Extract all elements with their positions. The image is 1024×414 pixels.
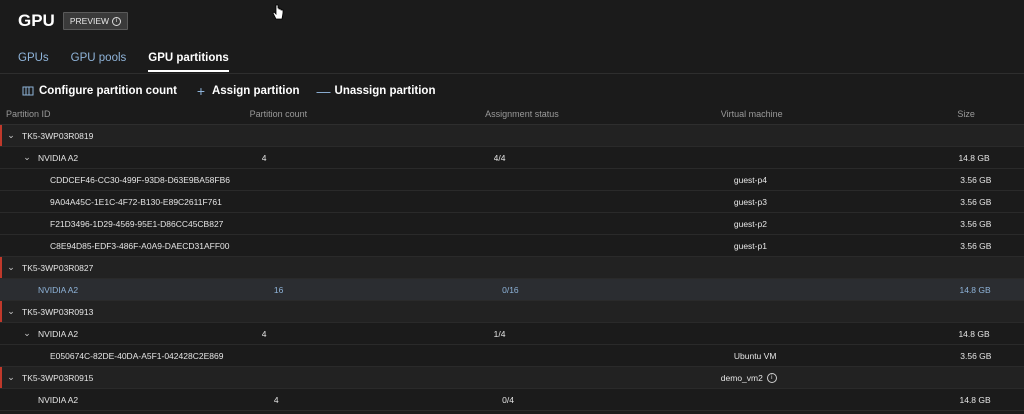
virtual-machine: guest-p4: [734, 175, 960, 185]
size: 3.56 GB: [960, 196, 992, 207]
table-row-gpu-selected[interactable]: NVIDIA A2 16 0/16 14.8 GB: [0, 279, 1024, 301]
size: 14.8 GB: [958, 152, 990, 163]
size: 3.56 GB: [960, 174, 992, 185]
table-row-gpu[interactable]: ⌄ NVIDIA A2 4 1/4 14.8 GB: [0, 323, 1024, 345]
tabs-divider: [0, 73, 1024, 74]
host-name: TK5-3WP03R0913: [22, 306, 94, 317]
gpu-name: NVIDIA A2: [38, 328, 79, 339]
preview-badge[interactable]: PREVIEW i: [62, 12, 129, 30]
tab-gpu-pools[interactable]: GPU pools: [71, 52, 127, 72]
gpu-name: NVIDIA A2: [38, 152, 79, 163]
tab-bar: GPUs GPU pools GPU partitions: [18, 52, 229, 72]
page-header: GPU PREVIEW i: [18, 8, 129, 34]
column-assignment-status[interactable]: Assignment status: [485, 109, 721, 119]
partition-id: C8E94D85-EDF3-486F-A0A9-DAECD31AFF00: [50, 240, 230, 251]
table-row-gpu[interactable]: ⌄ NVIDIA A2 4 4/4 14.8 GB: [0, 147, 1024, 169]
assignment-status: 0/4: [502, 394, 514, 405]
column-partition-id[interactable]: Partition ID: [0, 109, 250, 119]
table-row-host[interactable]: ⌄ TK5-3WP03R0913: [0, 301, 1024, 323]
table-row-gpu[interactable]: NVIDIA A2 4 0/4 14.8 GB: [0, 389, 1024, 411]
chevron-down-icon[interactable]: ⌄: [22, 328, 32, 339]
virtual-machine: guest-p2: [734, 219, 960, 229]
info-icon: i: [112, 16, 122, 26]
table-row-partition[interactable]: 9A04A45C-1E1C-4F72-B130-E89C2611F761 gue…: [0, 191, 1024, 213]
gpu-name: NVIDIA A2: [38, 394, 79, 405]
hand-cursor-icon: [272, 4, 284, 20]
tab-gpus[interactable]: GPUs: [18, 52, 49, 72]
table-row-partition[interactable]: F21D3496-1D29-4569-95E1-D86CC45CB827 gue…: [0, 213, 1024, 235]
page-title: GPU: [18, 11, 55, 30]
table-row-partition[interactable]: CDDCEF46-CC30-499F-93D8-D63E9BA58FB6 gue…: [0, 169, 1024, 191]
gpu-name: NVIDIA A2: [38, 284, 79, 295]
partition-count: 16: [273, 284, 284, 295]
size: 14.8 GB: [958, 328, 990, 339]
table-header: Partition ID Partition count Assignment …: [0, 104, 1024, 125]
preview-badge-label: PREVIEW: [69, 16, 110, 26]
chevron-down-icon[interactable]: ⌄: [22, 152, 32, 163]
plus-icon: +: [196, 83, 206, 99]
info-icon[interactable]: i: [766, 372, 777, 383]
virtual-machine: Ubuntu VM: [734, 351, 960, 361]
minus-icon: —: [316, 83, 331, 99]
host-name: TK5-3WP03R0827: [22, 262, 94, 273]
assignment-status: 4/4: [493, 152, 506, 163]
assignment-status: 0/16: [502, 284, 519, 295]
configure-label: Configure partition count: [39, 85, 177, 97]
unassign-label: Unassign partition: [334, 85, 436, 97]
host-name: TK5-3WP03R0915: [22, 372, 94, 383]
partitions-table: Partition ID Partition count Assignment …: [0, 104, 1024, 411]
table-row-host[interactable]: ⌄ TK5-3WP03R0827: [0, 257, 1024, 279]
vm-name: guest-p4: [733, 174, 767, 185]
chevron-down-icon[interactable]: ⌄: [6, 306, 16, 317]
partition-id: CDDCEF46-CC30-499F-93D8-D63E9BA58FB6: [50, 174, 230, 185]
host-name: TK5-3WP03R0819: [22, 130, 94, 141]
table-row-host[interactable]: ⌄ TK5-3WP03R0915 demo_vm2 i: [0, 367, 1024, 389]
unassign-partition-button[interactable]: — Unassign partition: [316, 83, 436, 99]
partition-id: F21D3496-1D29-4569-95E1-D86CC45CB827: [50, 218, 224, 229]
size: 14.8 GB: [959, 284, 991, 295]
tab-gpu-partitions[interactable]: GPU partitions: [148, 52, 229, 72]
size: 3.56 GB: [960, 350, 992, 361]
size: 14.8 GB: [959, 394, 991, 405]
virtual-machine: guest-p1: [734, 241, 960, 251]
column-partition-count[interactable]: Partition count: [250, 109, 486, 119]
virtual-machine: guest-p3: [734, 197, 960, 207]
chevron-down-icon[interactable]: ⌄: [6, 372, 16, 383]
column-size[interactable]: Size: [957, 109, 1024, 119]
size: 3.56 GB: [960, 240, 992, 251]
vm-name: guest-p3: [733, 196, 767, 207]
virtual-machine: demo_vm2 i: [720, 372, 958, 383]
vm-name: guest-p1: [733, 240, 767, 251]
chevron-down-icon[interactable]: ⌄: [6, 130, 16, 141]
table-row-partition[interactable]: C8E94D85-EDF3-486F-A0A9-DAECD31AFF00 gue…: [0, 235, 1024, 257]
toolbar: Configure partition count + Assign parti…: [22, 82, 435, 100]
column-virtual-machine[interactable]: Virtual machine: [721, 109, 958, 119]
configure-partition-count-button[interactable]: Configure partition count: [22, 85, 177, 97]
vm-name: Ubuntu VM: [733, 350, 777, 361]
configure-icon: [22, 85, 34, 97]
assign-partition-button[interactable]: + Assign partition: [195, 83, 300, 99]
vm-name: guest-p2: [733, 218, 767, 229]
vm-name: demo_vm2: [720, 372, 763, 383]
partition-id: E050674C-82DE-40DA-A5F1-042428C2E869: [50, 350, 224, 361]
partition-count: 4: [261, 328, 267, 339]
assignment-status: 1/4: [493, 328, 506, 339]
partition-count: 4: [273, 394, 279, 405]
table-row-host[interactable]: ⌄ TK5-3WP03R0819: [0, 125, 1024, 147]
size: 3.56 GB: [960, 218, 992, 229]
assign-label: Assign partition: [211, 85, 300, 97]
chevron-down-icon[interactable]: ⌄: [6, 262, 16, 273]
partition-id: 9A04A45C-1E1C-4F72-B130-E89C2611F761: [50, 196, 222, 207]
table-row-partition[interactable]: E050674C-82DE-40DA-A5F1-042428C2E869 Ubu…: [0, 345, 1024, 367]
partition-count: 4: [261, 152, 267, 163]
